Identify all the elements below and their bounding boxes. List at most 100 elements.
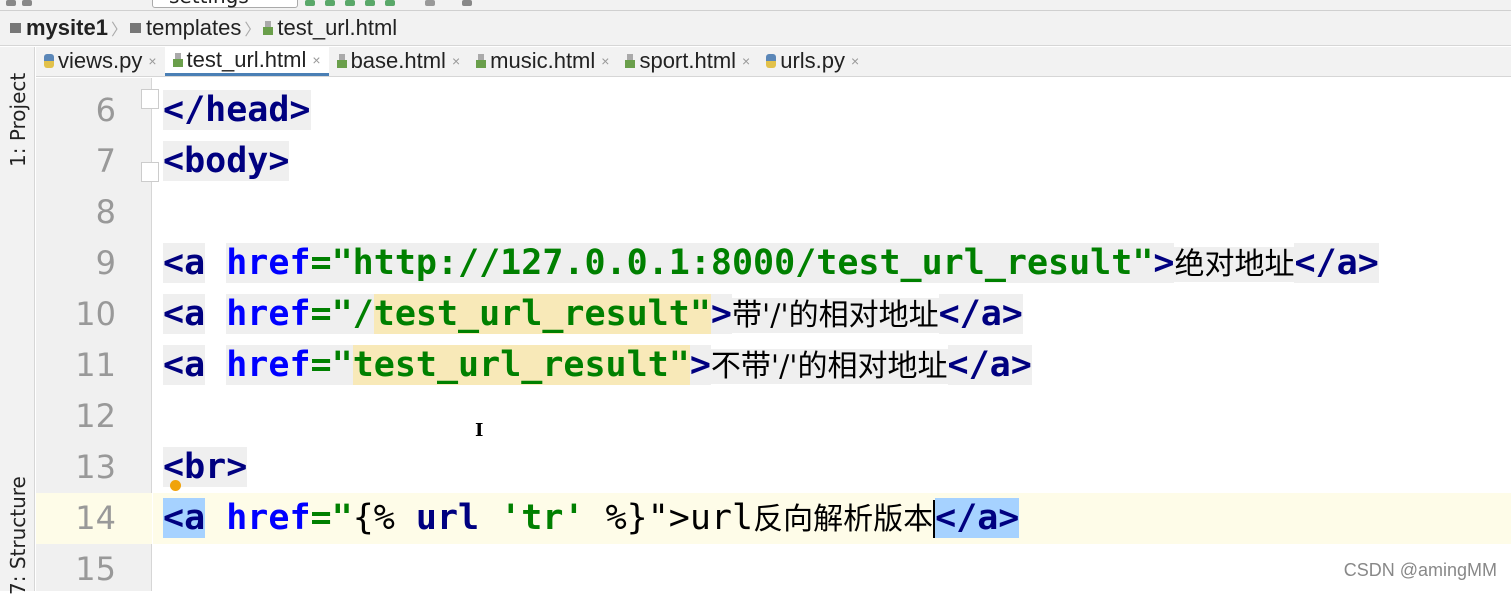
- folder-icon: [10, 23, 21, 33]
- code-text: <body>: [163, 136, 289, 187]
- code-token-plain: [205, 345, 226, 385]
- code-token-tag: <a: [163, 243, 205, 283]
- code-line[interactable]: 14<a href="{% url 'tr' %}">url反向解析版本</a>: [153, 493, 1511, 544]
- breadcrumb-label: templates: [146, 15, 241, 41]
- code-line[interactable]: 6</head>: [153, 85, 1511, 136]
- code-token-plain: [205, 498, 226, 538]
- coverage-icon[interactable]: [345, 0, 355, 6]
- code-token-strn: 'tr': [500, 498, 584, 538]
- code-token-str: =": [311, 345, 353, 385]
- tab-music-html[interactable]: music.html ×: [468, 46, 617, 76]
- line-number: 11: [36, 340, 116, 391]
- code-token-attr: href: [226, 294, 310, 334]
- code-line[interactable]: 11<a href="test_url_result">不带'/'的相对地址</…: [153, 340, 1511, 391]
- code-token-tag: </a>: [948, 345, 1032, 385]
- tab-urls-py[interactable]: urls.py×: [758, 46, 867, 76]
- code-token-tag: </head>: [163, 90, 311, 130]
- code-token-cjk: 带'/'的相对地址: [732, 298, 939, 333]
- line-number: 8: [36, 187, 116, 238]
- code-token-attrn: href: [226, 498, 310, 538]
- code-token-attr: href: [226, 243, 310, 283]
- structure-tool-button[interactable]: 7: Structure: [6, 476, 30, 595]
- close-icon[interactable]: ×: [742, 53, 750, 69]
- code-line[interactable]: 8: [153, 187, 1511, 238]
- project-tool-button[interactable]: 1: Project: [6, 73, 30, 167]
- code-line[interactable]: 7<body>: [153, 136, 1511, 187]
- close-icon[interactable]: ×: [601, 53, 609, 69]
- fold-marker-icon[interactable]: [141, 89, 159, 109]
- tab-views-py[interactable]: views.py ×: [36, 46, 165, 76]
- tab-test_url-html[interactable]: test_url.html ×: [165, 46, 329, 76]
- code-token-tag: </a>: [1294, 243, 1378, 283]
- code-token-sel: </a>: [935, 498, 1019, 538]
- html-file-icon: [625, 54, 635, 68]
- tab-label: music.html: [490, 48, 595, 74]
- python-file-icon: [44, 54, 54, 68]
- python-file-icon: [766, 54, 776, 68]
- code-token-sel: <a: [163, 498, 205, 538]
- tab-base-html[interactable]: base.html ×: [329, 46, 469, 76]
- code-line[interactable]: 13<br>: [153, 442, 1511, 493]
- code-editor[interactable]: 6</head>7<body>89<a href="http://127.0.0…: [153, 78, 1511, 591]
- code-token-tag: >: [1153, 243, 1174, 283]
- html-file-icon: [173, 53, 183, 67]
- code-token-strhl: test_url_result": [374, 294, 711, 334]
- close-icon[interactable]: ×: [851, 53, 859, 69]
- code-token-plain: [205, 294, 226, 334]
- tab-label: base.html: [351, 48, 446, 74]
- breadcrumb-separator: 〉: [244, 16, 260, 40]
- debug-icon[interactable]: [325, 0, 335, 6]
- code-line[interactable]: 10<a href="/test_url_result">带'/'的相对地址</…: [153, 289, 1511, 340]
- code-token-tag: </a>: [939, 294, 1023, 334]
- intention-bulb-icon[interactable]: [170, 480, 181, 491]
- breadcrumb-item[interactable]: test_url.html: [263, 15, 397, 41]
- code-token-attr: href: [226, 345, 310, 385]
- code-token-tag: <a: [163, 345, 205, 385]
- code-token-cjk: 绝对地址: [1174, 247, 1294, 282]
- tab-label: sport.html: [639, 48, 736, 74]
- breadcrumb-label: test_url.html: [277, 15, 397, 41]
- close-icon[interactable]: ×: [148, 53, 156, 69]
- code-token-plain: %}">url: [585, 498, 754, 538]
- code-token-cjkn: 反向解析版本: [753, 502, 933, 537]
- line-number: 10: [36, 289, 116, 340]
- breadcrumb-item[interactable]: mysite1: [10, 15, 108, 41]
- toolbar-icon[interactable]: [6, 0, 16, 6]
- code-text: <a href="{% url 'tr' %}">url反向解析版本</a>: [163, 493, 1019, 544]
- code-token-plain: {%: [353, 498, 416, 538]
- line-number: 9: [36, 238, 116, 289]
- code-token-tag: <a: [163, 294, 205, 334]
- code-token-plain: [479, 498, 500, 538]
- code-text: <a href="/test_url_result">带'/'的相对地址</a>: [163, 289, 1023, 340]
- html-file-icon: [476, 54, 486, 68]
- concurrency-icon[interactable]: [385, 0, 395, 6]
- code-line[interactable]: 12: [153, 391, 1511, 442]
- breadcrumb-label: mysite1: [26, 15, 108, 41]
- close-icon[interactable]: ×: [452, 53, 460, 69]
- vcs-icon[interactable]: [462, 0, 472, 6]
- line-number: 13: [36, 442, 116, 493]
- code-line[interactable]: 9<a href="http://127.0.0.1:8000/test_url…: [153, 238, 1511, 289]
- code-line[interactable]: 15: [153, 544, 1511, 595]
- code-text: <a href="http://127.0.0.1:8000/test_url_…: [163, 238, 1379, 289]
- profile-icon[interactable]: [365, 0, 375, 6]
- fold-marker-icon[interactable]: [141, 162, 159, 182]
- html-file-icon: [337, 54, 347, 68]
- toolbar-icon[interactable]: [22, 0, 32, 6]
- code-token-kw: url: [416, 498, 479, 538]
- stop-icon[interactable]: [425, 0, 435, 6]
- code-token-cjk: 不带'/'的相对地址: [711, 349, 948, 384]
- breadcrumb-item[interactable]: templates: [130, 15, 241, 41]
- tab-label: test_url.html: [187, 47, 307, 73]
- line-number: 14: [36, 493, 152, 544]
- left-tool-strip: 1: Project 7: Structure: [0, 47, 35, 591]
- run-config-select[interactable]: settings: [152, 0, 298, 8]
- close-icon[interactable]: ×: [312, 52, 320, 68]
- code-text: </head>: [163, 85, 311, 136]
- tab-sport-html[interactable]: sport.html ×: [617, 46, 758, 76]
- line-number: 6: [36, 85, 116, 136]
- code-token-strn: =": [311, 498, 353, 538]
- line-number: 15: [36, 544, 116, 595]
- tab-label: views.py: [58, 48, 142, 74]
- run-icon[interactable]: [305, 0, 315, 6]
